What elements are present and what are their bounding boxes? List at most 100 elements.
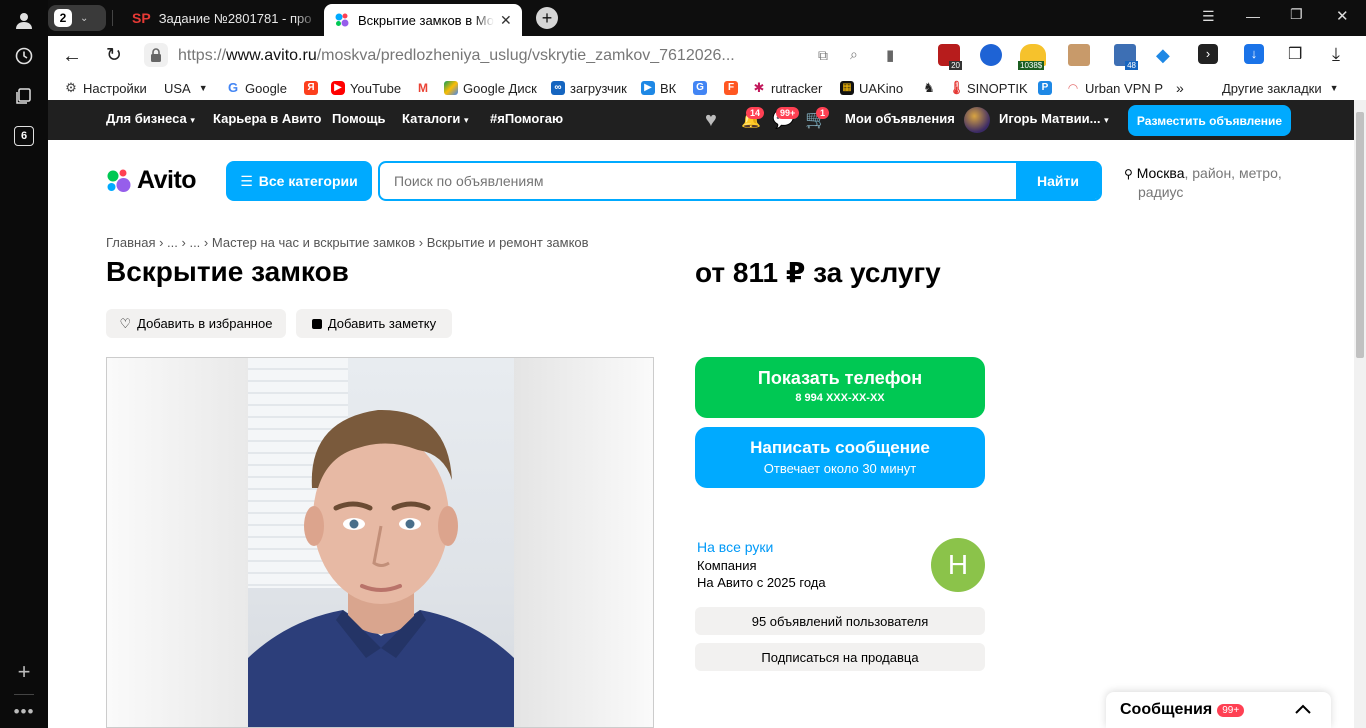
tabs-menu-icon[interactable]: ☰ (1202, 8, 1215, 25)
breadcrumb-item[interactable]: Мастер на час и вскрытие замков (212, 235, 415, 250)
nav-label: Каталоги (402, 111, 461, 126)
post-ad-button[interactable]: Разместить объявление (1128, 105, 1291, 136)
reader-icon[interactable]: ❒ (1288, 44, 1302, 64)
bookmark-item[interactable]: ◠ Urban VPN P (1066, 79, 1163, 97)
subscribe-seller-button[interactable]: Подписаться на продавца (695, 643, 985, 671)
avito-top-nav: Для бизнеса ▾ Карьера в Авито Помощь Кат… (48, 100, 1354, 140)
address-bar[interactable]: https://www.avito.ru/moskva/predlozheniy… (178, 47, 735, 65)
breadcrumb-item[interactable]: ... (167, 235, 178, 250)
avito-logo[interactable]: Avito (106, 166, 197, 195)
location-selector[interactable]: ⚲ Москва, район, метро, радиус (1124, 164, 1282, 201)
my-ads-link[interactable]: Мои объявления (845, 111, 955, 126)
nav-careers[interactable]: Карьера в Авито (213, 111, 321, 126)
extension-currency-icon[interactable]: 1038$ (1018, 44, 1046, 70)
new-tab-button[interactable]: + (536, 7, 558, 29)
messenger-widget[interactable]: Сообщения 99+ (1106, 692, 1331, 728)
nav-catalogs[interactable]: Каталоги ▾ (402, 111, 469, 126)
yandex-icon: Я (304, 81, 318, 95)
chevron-up-icon[interactable] (1295, 701, 1311, 719)
download-icon[interactable]: ↓ (1244, 44, 1264, 64)
extension-badge: 1038$ (1018, 61, 1045, 70)
bookmark-item[interactable]: ▶ YouTube (331, 79, 401, 97)
other-bookmarks[interactable]: Другие закладки ▼ (1222, 79, 1339, 97)
response-time: Отвечает около 30 минут (763, 461, 917, 476)
extension-pointer-icon[interactable]: › (1198, 44, 1218, 64)
close-window-icon[interactable]: ✕ (1336, 7, 1349, 25)
nav-help[interactable]: Помощь (332, 111, 385, 126)
tab-zadanie[interactable]: SP Задание №2801781 - про (122, 4, 322, 32)
seller-avatar[interactable]: Н (931, 538, 985, 592)
lens-search-icon[interactable]: ⌕ (850, 46, 858, 63)
translate-icon: G (693, 81, 707, 95)
extension-diamond-icon[interactable]: ◆ (1156, 45, 1170, 66)
bookmark-folder[interactable]: USA ▼ (164, 79, 208, 97)
downloads-tray-icon[interactable]: ⤓ (1332, 44, 1340, 65)
reload-icon[interactable]: ↻ (106, 44, 122, 67)
add-panel-icon[interactable]: + (12, 659, 36, 684)
breadcrumb-item[interactable]: Вскрытие и ремонт замков (427, 235, 589, 250)
all-categories-button[interactable]: ☰ Все категории (226, 161, 372, 201)
find-button[interactable]: Найти (1016, 163, 1100, 199)
bookmark-icon[interactable]: ▮ (886, 46, 894, 64)
nav-business[interactable]: Для бизнеса ▾ (106, 111, 195, 126)
bookmark-item[interactable]: Google Диск (444, 79, 537, 97)
user-avatar[interactable] (964, 107, 990, 133)
breadcrumb-item[interactable]: Главная (106, 235, 155, 250)
more-icon[interactable]: ••• (12, 700, 36, 724)
site-lock-icon[interactable] (144, 43, 168, 67)
seller-ads-button[interactable]: 95 объявлений пользователя (695, 607, 985, 635)
bookmark-item[interactable]: G (693, 79, 712, 97)
extension-box-icon[interactable] (1068, 44, 1090, 66)
workspace-badge-icon[interactable]: 6 (12, 124, 36, 148)
bookmarks-overflow[interactable]: » (1176, 79, 1184, 97)
restore-icon[interactable]: ❐ (1290, 6, 1303, 23)
notifications-badge: 14 (746, 107, 765, 119)
bookmark-item[interactable]: ∞ загрузчик (551, 79, 627, 97)
copy-link-icon[interactable]: ⧉ (818, 47, 828, 64)
location-pin-icon: ⚲ (1124, 167, 1133, 181)
bookmark-item[interactable]: P (1038, 79, 1057, 97)
tab-group-button[interactable]: 2 ⌄ (48, 5, 106, 31)
bookmark-item[interactable]: G Google (226, 79, 287, 97)
downloader-icon: ∞ (551, 81, 565, 95)
bookmark-item[interactable]: ♞ (922, 79, 941, 97)
search-input[interactable] (380, 163, 1016, 199)
history-icon[interactable] (12, 44, 36, 68)
bookmark-item[interactable]: 🌡 SINOPTIK (948, 79, 1028, 97)
close-tab-icon[interactable]: ✕ (500, 12, 512, 29)
page-scrollbar[interactable] (1354, 100, 1366, 728)
breadcrumb-item[interactable]: ... (189, 235, 200, 250)
scrollbar-thumb[interactable] (1356, 112, 1364, 358)
profile-icon[interactable] (12, 8, 36, 32)
bookmark-item[interactable]: ✱ rutracker (752, 79, 823, 97)
collections-icon[interactable] (12, 84, 36, 108)
chess-knight-icon: ♞ (923, 80, 935, 95)
bookmark-item[interactable]: ▶ ВК (641, 79, 676, 97)
browser-toolbar: ← ↻ https://www.avito.ru/moskva/predlozh… (48, 36, 1366, 76)
bookmark-item[interactable]: F (724, 79, 743, 97)
listing-photo[interactable] (106, 357, 654, 728)
add-note-button[interactable]: Добавить заметку (296, 309, 452, 338)
uakino-icon: ▦ (840, 81, 854, 95)
extension-vpn-icon[interactable] (980, 44, 1002, 66)
back-icon[interactable]: ← (62, 45, 82, 68)
write-message-button[interactable]: Написать сообщение Отвечает около 30 мин… (695, 427, 985, 488)
bookmark-item[interactable]: Я (304, 79, 323, 97)
user-menu[interactable]: Игорь Матвии... ▾ (999, 111, 1109, 126)
show-phone-button[interactable]: Показать телефон 8 994 XXX-XX-XX (695, 357, 985, 418)
bookmark-label: USA (164, 80, 191, 96)
logo-text: Avito (137, 166, 197, 194)
tab-avito-active[interactable]: Вскрытие замков в Мо ✕ (324, 4, 522, 36)
seller-name[interactable]: На все руки (697, 539, 773, 555)
nav-ya-pomogayu[interactable]: #яПомогаю (490, 111, 563, 126)
photo-blur-left (107, 358, 248, 727)
add-favorite-button[interactable]: ♡ Добавить в избранное (106, 309, 286, 338)
bookmark-item[interactable]: ⚙ Настройки (64, 79, 147, 97)
bookmark-item[interactable]: M (416, 79, 435, 97)
minimize-icon[interactable]: — (1246, 8, 1260, 24)
extension-calendar-icon[interactable]: 48 (1114, 44, 1138, 70)
favorites-heart-icon[interactable]: ♥ (705, 109, 717, 132)
bookmark-label: SINOPTIK (967, 80, 1028, 96)
bookmark-item[interactable]: ▦ UAKino (840, 79, 903, 97)
extension-adblock-icon[interactable]: 20 (938, 44, 962, 70)
